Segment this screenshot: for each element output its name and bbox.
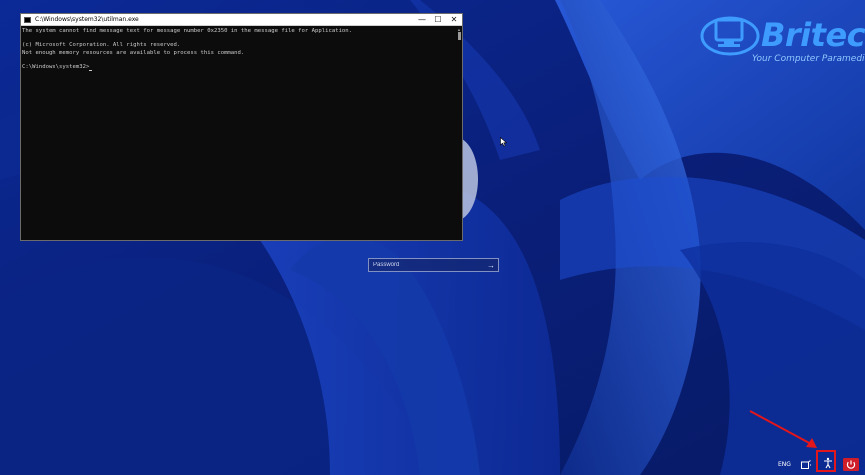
- text-cursor: [89, 70, 93, 72]
- brand-name: Britec: [761, 16, 865, 54]
- cmd-console-output[interactable]: The system cannot find message text for …: [21, 26, 462, 72]
- annotation-arrow: [749, 410, 817, 448]
- maximize-button[interactable]: ☐: [430, 14, 446, 25]
- close-button[interactable]: ✕: [446, 14, 462, 25]
- brand-tagline: Your Computer Paramedic: [752, 54, 865, 64]
- power-icon[interactable]: [843, 458, 859, 471]
- scrollbar-thumb[interactable]: [458, 32, 461, 40]
- console-prompt: C:\Windows\system32>: [22, 63, 90, 70]
- language-indicator[interactable]: ENG: [778, 461, 791, 468]
- password-box: →: [368, 258, 499, 272]
- cmd-window[interactable]: C:\Windows\system32\utilman.exe — ☐ ✕ Th…: [20, 13, 463, 241]
- cmd-app-icon: [24, 16, 31, 23]
- minimize-button[interactable]: —: [414, 14, 430, 25]
- highlight-box: [816, 450, 836, 472]
- cmd-titlebar[interactable]: C:\Windows\system32\utilman.exe — ☐ ✕: [21, 14, 462, 26]
- console-line: Not enough memory resources are availabl…: [22, 49, 245, 56]
- britec-logo-icon: [700, 16, 760, 56]
- mouse-pointer-icon: [500, 137, 508, 147]
- submit-arrow-icon[interactable]: →: [484, 259, 498, 271]
- network-icon[interactable]: [800, 459, 812, 471]
- console-line: (c) Microsoft Corporation. All rights re…: [22, 42, 181, 49]
- brand-watermark: Britec Your Computer Paramedic: [698, 4, 865, 72]
- console-prompt-line[interactable]: C:\Windows\system32>: [22, 63, 462, 72]
- console-line: The system cannot find message text for …: [22, 28, 353, 34]
- password-input[interactable]: [369, 259, 484, 271]
- cmd-window-title: C:\Windows\system32\utilman.exe: [35, 16, 139, 23]
